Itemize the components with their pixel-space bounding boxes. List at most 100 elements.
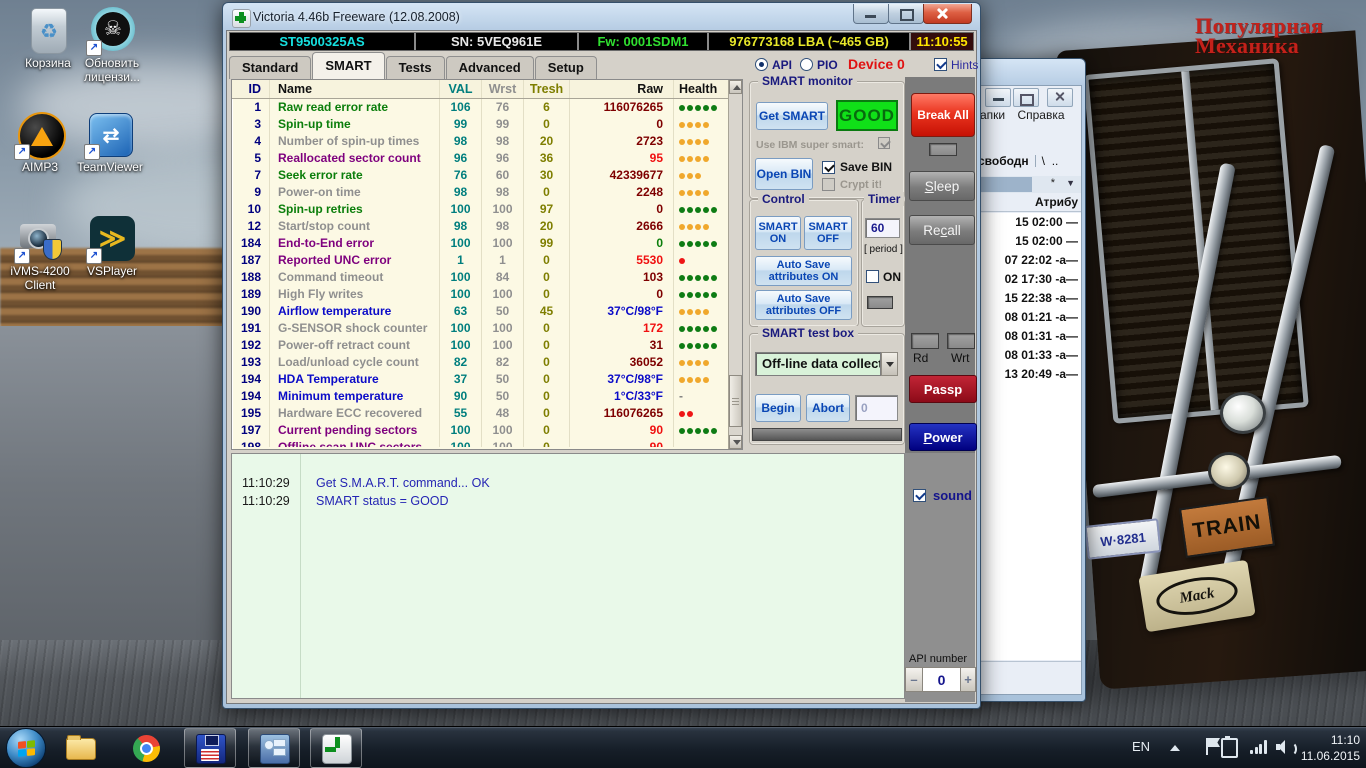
table-row[interactable]: 10Spin-up retries100100970 — [232, 201, 742, 218]
fm-menubar[interactable]: апки Справка — [971, 108, 1081, 125]
tab-standard[interactable]: Standard — [229, 56, 311, 79]
get-smart-button[interactable]: Get SMART — [756, 102, 828, 130]
table-row[interactable]: 4Number of spin-up times9898202723 — [232, 133, 742, 150]
abort-button[interactable]: Abort — [806, 394, 850, 422]
table-row[interactable]: 198Offline scan UNC sectors100100090 — [232, 439, 742, 447]
timer-on-checkbox[interactable] — [866, 270, 879, 283]
table-row[interactable]: 187Reported UNC error1105530 — [232, 252, 742, 269]
break-all-button[interactable]: Break All — [911, 93, 975, 137]
save-bin-checkbox[interactable] — [822, 161, 835, 174]
api-number-increment[interactable]: + — [960, 667, 976, 692]
close-button[interactable] — [923, 4, 972, 24]
autosave-on-button[interactable]: Auto Save attributes ON — [755, 256, 852, 286]
file-row[interactable]: 02 17:30 -a— — [971, 270, 1081, 289]
fm-close-button[interactable] — [1047, 88, 1073, 107]
table-row[interactable]: 7Seek error rate76603042339677 — [232, 167, 742, 184]
fm-path-bar[interactable]: * ▼ — [971, 176, 1081, 193]
smart-off-button[interactable]: SMART OFF — [804, 216, 852, 250]
fm-root-button[interactable]: \ — [1042, 154, 1045, 168]
tray-device-icon[interactable] — [1221, 738, 1238, 758]
desktop-icon-vsplayer[interactable]: ≫↗ VSPlayer — [66, 214, 158, 278]
scrollbar-thumb[interactable] — [729, 375, 742, 427]
tab-advanced[interactable]: Advanced — [446, 56, 534, 79]
test-type-combobox[interactable]: Off-line data collect — [755, 352, 898, 376]
file-row[interactable]: 07 22:02 -a— — [971, 251, 1081, 270]
column-header-name[interactable]: Name — [270, 80, 440, 98]
file-row[interactable]: 15 02:00 — — [971, 213, 1081, 232]
table-row[interactable]: 12Start/stop count9898202666 — [232, 218, 742, 235]
crypt-checkbox[interactable] — [822, 178, 835, 191]
table-row[interactable]: 189High Fly writes10010000 — [232, 286, 742, 303]
taskbar-clock[interactable]: 11:10 11.06.2015 — [1298, 732, 1360, 764]
file-row[interactable]: 15 02:00 — — [971, 232, 1081, 251]
fm-star[interactable]: * — [1051, 177, 1055, 189]
table-row[interactable]: 184End-to-End error100100990 — [232, 235, 742, 252]
file-row[interactable]: 08 01:33 -a— — [971, 346, 1081, 365]
table-row[interactable]: 193Load/unload cycle count8282036052 — [232, 354, 742, 371]
table-row[interactable]: 192Power-off retract count100100031 — [232, 337, 742, 354]
start-button[interactable] — [6, 728, 46, 768]
ibm-smart-checkbox[interactable] — [878, 137, 890, 149]
column-header-val[interactable]: VAL — [440, 80, 482, 98]
pio-radio[interactable] — [800, 58, 813, 71]
table-row[interactable]: 3Spin-up time999900 — [232, 116, 742, 133]
minimize-button[interactable] — [853, 4, 889, 24]
hints-checkbox[interactable] — [934, 58, 947, 71]
volume-icon[interactable] — [1276, 740, 1294, 754]
combo-dropdown-button[interactable] — [881, 352, 898, 376]
tab-setup[interactable]: Setup — [535, 56, 597, 79]
test-count-field[interactable]: 0 — [855, 395, 898, 421]
table-row[interactable]: 197Current pending sectors100100090 — [232, 422, 742, 439]
tray-expand-icon[interactable] — [1170, 745, 1180, 751]
sleep-button[interactable]: Sleep — [909, 171, 975, 201]
fm-column-header-attributes[interactable]: Атрибу — [971, 195, 1081, 212]
table-row[interactable]: 5Reallocated sector count96963695 — [232, 150, 742, 167]
fm-maximize-button[interactable] — [1013, 88, 1039, 107]
file-row[interactable]: 15 22:38 -a— — [971, 289, 1081, 308]
column-header-raw[interactable]: Raw — [570, 80, 674, 98]
table-row[interactable]: 1Raw read error rate106766116076265 — [232, 99, 742, 116]
column-header-tresh[interactable]: Tresh — [524, 80, 570, 98]
fm-up-button[interactable]: .. — [1052, 154, 1059, 168]
api-number-decrement[interactable]: – — [905, 667, 923, 692]
begin-button[interactable]: Begin — [755, 394, 801, 422]
power-button[interactable]: Power — [909, 423, 977, 451]
language-indicator[interactable]: EN — [1132, 739, 1150, 754]
log-panel[interactable]: 11:10:29Get S.M.A.R.T. command... OK11:1… — [231, 453, 905, 699]
desktop-icon-update-license[interactable]: ☠↗ Обновить лицензи... — [66, 6, 158, 84]
api-radio[interactable] — [755, 58, 768, 71]
file-row[interactable]: 08 01:31 -a— — [971, 327, 1081, 346]
file-row[interactable]: 13 20:49 -a— — [971, 365, 1081, 384]
fm-dropdown-icon[interactable]: ▼ — [1066, 178, 1075, 188]
scroll-down-button[interactable] — [729, 435, 742, 449]
table-row[interactable]: 191G-SENSOR shock counter1001000172 — [232, 320, 742, 337]
column-header-health[interactable]: Health — [674, 80, 730, 98]
victoria-window[interactable]: Victoria 4.46b Freeware (12.08.2008) ST9… — [222, 2, 981, 709]
file-row[interactable]: 08 01:21 -a— — [971, 308, 1081, 327]
scroll-up-button[interactable] — [729, 80, 742, 94]
sound-checkbox[interactable] — [913, 489, 926, 502]
fm-minimize-button[interactable] — [985, 88, 1011, 107]
fm-file-list[interactable]: 15 02:00 —15 02:00 —07 22:02 -a—02 17:30… — [971, 213, 1081, 660]
action-center-icon[interactable] — [1206, 738, 1208, 755]
taskbar-utility-app-button[interactable] — [248, 728, 300, 768]
table-scrollbar[interactable] — [728, 80, 742, 449]
maximize-button[interactable] — [888, 4, 924, 24]
passp-button[interactable]: Passp — [909, 375, 977, 403]
recall-button[interactable]: Recall — [909, 215, 975, 245]
table-row[interactable]: 190Airflow temperature63504537°C/98°F — [232, 303, 742, 320]
timer-value-field[interactable]: 60 — [865, 218, 900, 238]
open-bin-button[interactable]: Open BIN — [755, 158, 813, 190]
fm-menu-item[interactable]: апки — [980, 108, 1005, 122]
taskbar-victoria-button[interactable] — [310, 728, 362, 768]
table-row[interactable]: 195Hardware ECC recovered55480116076265 — [232, 405, 742, 422]
fm-menu-item[interactable]: Справка — [1017, 108, 1064, 122]
taskbar-floppy-app-button[interactable] — [184, 728, 236, 768]
column-header-id[interactable]: ID — [232, 80, 270, 98]
file-manager-window[interactable]: апки Справка свободн\ .. * ▼ Атрибу 15 0… — [966, 58, 1086, 702]
taskbar-chrome-button[interactable] — [130, 732, 164, 764]
column-header-wrst[interactable]: Wrst — [482, 80, 524, 98]
tab-smart[interactable]: SMART — [312, 52, 384, 79]
table-row[interactable]: 9Power-on time989802248 — [232, 184, 742, 201]
smart-on-button[interactable]: SMART ON — [755, 216, 801, 250]
